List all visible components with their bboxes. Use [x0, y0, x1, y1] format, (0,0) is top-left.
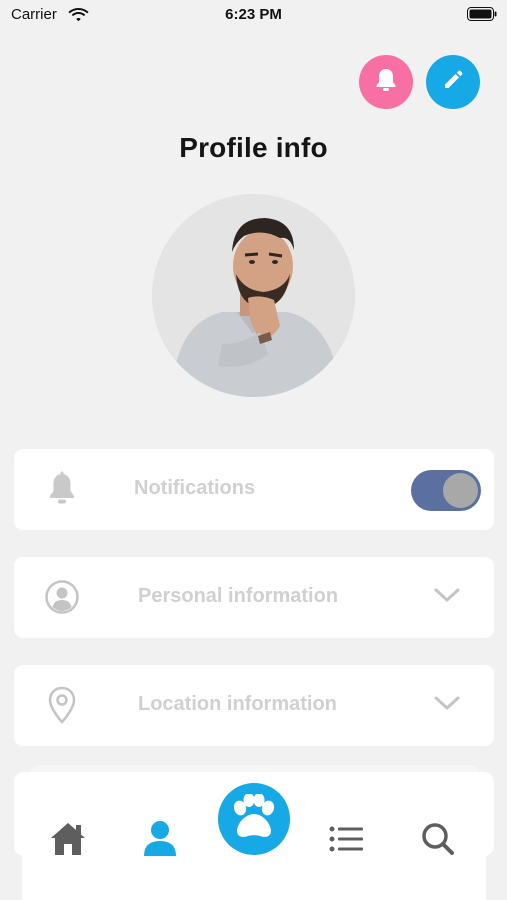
personal-information-label: Personal information	[138, 585, 339, 607]
page-title: Profile info	[179, 132, 328, 163]
bell-icon	[374, 67, 398, 98]
list-icon	[329, 826, 363, 857]
pencil-icon	[442, 69, 464, 96]
battery-icon	[467, 7, 497, 26]
search-icon	[421, 822, 455, 861]
nav-home[interactable]	[45, 818, 91, 864]
clock: 6:23 PM	[225, 6, 282, 23]
personal-information-card[interactable]: Personal information	[14, 557, 494, 638]
chevron-down-icon[interactable]	[434, 695, 460, 716]
notifications-label: Notifications	[134, 477, 256, 499]
toggle-knob	[443, 473, 478, 508]
user-icon	[143, 820, 177, 863]
edit-button[interactable]	[426, 55, 480, 109]
location-information-card[interactable]: Location information	[14, 665, 494, 746]
nav-profile[interactable]	[137, 818, 183, 864]
notifications-card[interactable]: Notifications	[14, 449, 494, 530]
bell-icon	[44, 471, 80, 507]
nav-pets[interactable]	[218, 783, 290, 855]
avatar	[152, 194, 355, 397]
status-bar: Carrier 6:23 PM	[0, 0, 507, 32]
location-pin-icon	[44, 686, 80, 724]
notifications-toggle[interactable]	[411, 470, 481, 511]
user-circle-icon	[44, 579, 80, 615]
nav-list[interactable]	[323, 818, 369, 864]
notifications-button[interactable]	[359, 55, 413, 109]
home-icon	[49, 821, 87, 862]
location-information-label: Location information	[138, 693, 337, 715]
nav-search[interactable]	[415, 818, 461, 864]
paw-icon	[229, 792, 279, 845]
chevron-down-icon[interactable]	[434, 587, 460, 608]
